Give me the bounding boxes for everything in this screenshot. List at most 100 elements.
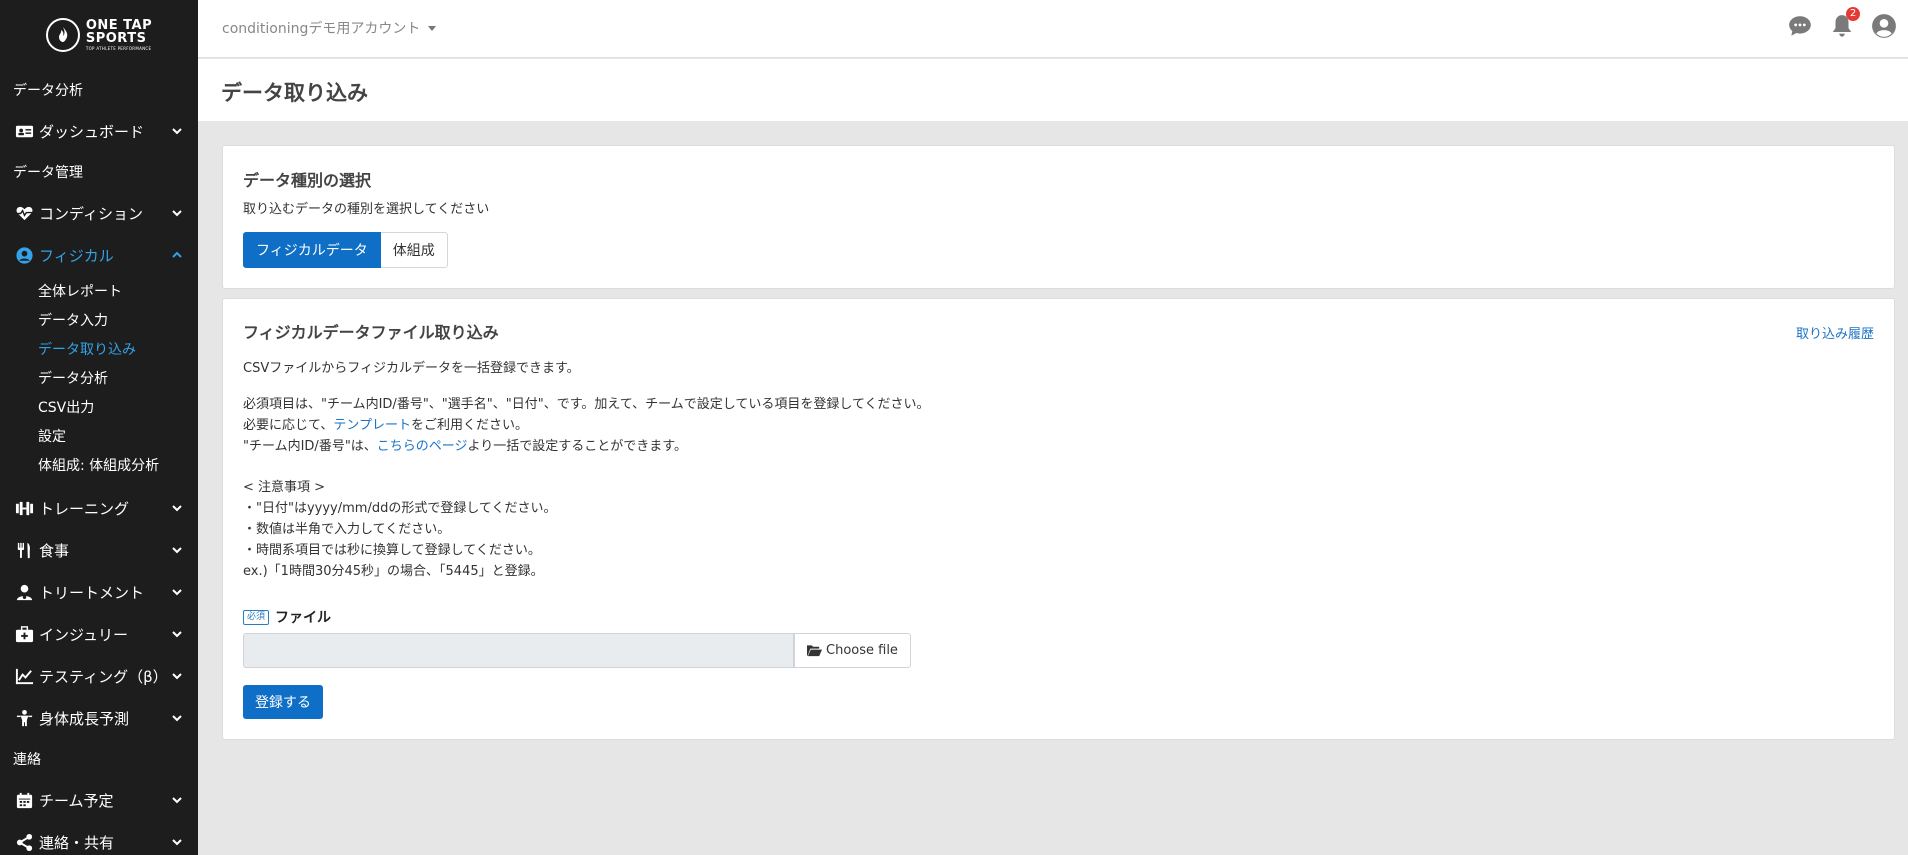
account-selector[interactable]: conditioningデモ用アカウント <box>222 18 437 38</box>
note-item: ex.)「1時間30分45秒」の場合、「5445」と登録。 <box>243 564 544 579</box>
required-fields-text: 必須項目は、"チーム内ID/番号"、"選手名"、"日付"、です。加えて、チームで… <box>243 397 930 412</box>
note-item: ・"日付"はyyyy/mm/ddの形式で登録してください。 <box>243 501 557 516</box>
bell-icon[interactable]: 2 <box>1828 7 1860 40</box>
data-type-card: データ種別の選択 取り込むデータの種別を選択してください フィジカルデータ 体組… <box>222 145 1895 289</box>
chevron-down-icon <box>170 669 184 683</box>
utensils-icon <box>14 540 34 560</box>
sidebar-item-growth[interactable]: 身体成長予測 <box>0 697 198 739</box>
chevron-down-icon <box>170 793 184 807</box>
sidebar-item-physical[interactable]: フィジカル <box>0 234 198 276</box>
sidebar-item-label: テスティング（β） <box>39 667 168 686</box>
template-line: 必要に応じて、テンプレートをご利用ください。 <box>243 415 930 436</box>
sidebar-subitem-data-input[interactable]: データ入力 <box>0 305 198 334</box>
sidebar-item-meal[interactable]: 食事 <box>0 529 198 571</box>
logo[interactable]: ONE TAP SPORTS TOP ATHLETE PERFORMANCE <box>0 0 198 70</box>
nav-section-contact: 連絡 <box>13 752 41 768</box>
template-link[interactable]: テンプレート <box>333 418 411 433</box>
logo-text-line2: SPORTS <box>85 31 147 46</box>
sidebar-subitem-settings[interactable]: 設定 <box>0 421 198 450</box>
folder-open-icon <box>807 645 822 657</box>
chevron-down-icon <box>170 711 184 725</box>
topbar: conditioningデモ用アカウント 2 <box>198 0 1908 58</box>
file-import-card-title: フィジカルデータファイル取り込み <box>243 323 499 342</box>
team-id-suffix: より一括で設定することができます。 <box>467 439 687 454</box>
body-composition-option[interactable]: 体組成 <box>380 232 448 268</box>
chevron-down-icon <box>170 627 184 641</box>
sidebar-item-label: トレーニング <box>39 499 130 518</box>
sidebar-item-label: 身体成長予測 <box>39 709 130 728</box>
calendar-icon <box>14 790 34 810</box>
logo-flame-icon <box>45 18 80 52</box>
line-chart-icon <box>14 666 34 686</box>
sidebar-item-injury[interactable]: インジュリー <box>0 613 198 655</box>
share-icon <box>14 832 34 852</box>
submit-button[interactable]: 登録する <box>243 685 323 719</box>
required-badge: 必須 <box>243 609 270 625</box>
data-type-card-subtitle: 取り込むデータの種別を選択してください <box>243 202 490 217</box>
chevron-down-icon <box>170 124 184 138</box>
chevron-down-icon <box>170 501 184 515</box>
note-item: ・時間系項目では秒に換算して登録してください。 <box>243 543 541 558</box>
import-instructions: 必須項目は、"チーム内ID/番号"、"選手名"、"日付"、です。加えて、チームで… <box>243 394 930 457</box>
sidebar-subitem-data-import[interactable]: データ取り込み <box>0 334 198 363</box>
data-type-card-title: データ種別の選択 <box>243 171 372 190</box>
sidebar-item-treatment[interactable]: トリートメント <box>0 571 198 613</box>
import-intro-text: CSVファイルからフィジカルデータを一括登録できます。 <box>243 361 580 376</box>
data-type-toggle: フィジカルデータ 体組成 <box>243 232 448 268</box>
dumbbell-icon <box>14 498 34 518</box>
sidebar-subitem-body-composition[interactable]: 体組成: 体組成分析 <box>0 450 198 479</box>
choose-file-label: Choose file <box>826 643 898 658</box>
physical-data-option[interactable]: フィジカルデータ <box>243 232 381 268</box>
page-header: データ取り込み <box>198 59 1908 121</box>
file-import-card: フィジカルデータファイル取り込み 取り込み履歴 CSVファイルからフィジカルデー… <box>222 298 1895 740</box>
sidebar-item-team-schedule[interactable]: チーム予定 <box>0 779 198 821</box>
id-card-icon <box>14 121 34 141</box>
sidebar-item-testing[interactable]: テスティング（β） <box>0 655 198 697</box>
chevron-down-icon <box>170 206 184 220</box>
sidebar-subitem-overall-report[interactable]: 全体レポート <box>0 276 198 305</box>
import-history-link[interactable]: 取り込み履歴 <box>1796 323 1874 342</box>
sidebar-item-label: フィジカル <box>39 246 114 265</box>
team-id-prefix: "チーム内ID/番号"は、 <box>243 439 377 454</box>
chevron-down-icon <box>170 543 184 557</box>
user-medical-icon <box>14 582 34 602</box>
account-name: conditioningデモ用アカウント <box>222 21 421 37</box>
sidebar-item-label: コンディション <box>39 204 143 223</box>
child-growth-icon <box>14 708 34 728</box>
sidebar-item-label: 食事 <box>39 541 70 560</box>
file-label-text: ファイル <box>275 610 332 626</box>
heartbeat-icon <box>14 203 34 223</box>
import-notes: < 注意事項 > ・"日付"はyyyy/mm/ddの形式で登録してください。 ・… <box>243 477 557 582</box>
sidebar-item-label: インジュリー <box>39 625 128 644</box>
sidebar-subitem-csv-export[interactable]: CSV出力 <box>0 392 198 421</box>
team-id-page-link[interactable]: こちらのページ <box>377 439 468 454</box>
medkit-icon <box>14 624 34 644</box>
sidebar-item-label: チーム予定 <box>39 791 114 810</box>
sidebar-item-dashboard[interactable]: ダッシュボード <box>0 110 198 152</box>
note-item: ・数値は半角で入力してください。 <box>243 522 451 537</box>
notes-title: < 注意事項 > <box>243 480 326 495</box>
sidebar-item-label: ダッシュボード <box>39 122 145 141</box>
sidebar-subitem-data-analysis[interactable]: データ分析 <box>0 363 198 392</box>
sidebar-item-condition[interactable]: コンディション <box>0 192 198 234</box>
caret-down-icon <box>428 25 437 31</box>
sidebar-item-share[interactable]: 連絡・共有 <box>0 821 198 855</box>
sidebar-item-training[interactable]: トレーニング <box>0 487 198 529</box>
sidebar-item-label: トリートメント <box>39 583 145 602</box>
chevron-up-icon <box>170 248 184 262</box>
notification-count-badge: 2 <box>1846 7 1860 21</box>
team-id-line: "チーム内ID/番号"は、こちらのページより一括で設定することができます。 <box>243 436 930 457</box>
nav-section-management: データ管理 <box>13 165 83 181</box>
sidebar-item-label: 連絡・共有 <box>39 833 115 852</box>
user-circle-icon <box>14 245 34 265</box>
user-avatar-icon[interactable] <box>1870 12 1898 40</box>
sidebar: ONE TAP SPORTS TOP ATHLETE PERFORMANCE デ… <box>0 0 198 855</box>
nav-section-analysis: データ分析 <box>13 83 83 99</box>
choose-file-button[interactable]: Choose file <box>794 633 911 668</box>
logo-tagline: TOP ATHLETE PERFORMANCE <box>85 46 152 51</box>
file-field-label: 必須 ファイル <box>243 607 331 627</box>
chevron-down-icon <box>170 585 184 599</box>
page-title: データ取り込み <box>221 81 368 105</box>
file-path-input[interactable] <box>243 633 794 668</box>
chat-icon[interactable] <box>1786 12 1814 40</box>
